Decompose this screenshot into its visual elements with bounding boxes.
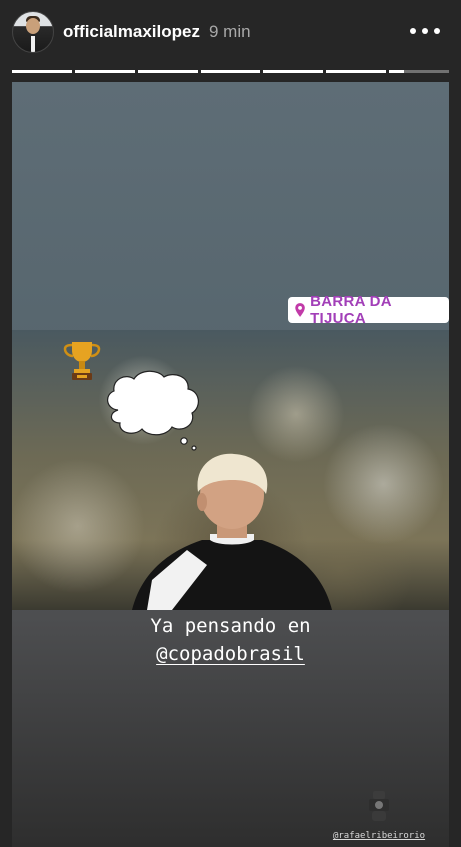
progress-segment-fill	[263, 70, 324, 73]
progress-segment	[389, 70, 450, 73]
progress-segment	[326, 70, 387, 73]
progress-segment-fill	[74, 70, 135, 73]
dot	[410, 28, 416, 34]
dot	[422, 28, 428, 34]
progress-segment	[200, 70, 261, 73]
progress-segment-fill	[12, 70, 72, 73]
story-caption: Ya pensando en @copadobrasil	[12, 612, 449, 668]
story-photo	[12, 330, 449, 610]
username[interactable]: officialmaxilopez	[63, 22, 200, 42]
story-content[interactable]: BARRA DA TIJUCA Ya pensando en @copadobr…	[12, 82, 449, 847]
story-progress-bar	[12, 70, 450, 73]
progress-segment-fill	[200, 70, 261, 73]
progress-segment-fill	[326, 70, 387, 73]
location-name: BARRA DA TIJUCA	[310, 293, 392, 327]
progress-segment	[137, 70, 198, 73]
progress-segment	[74, 70, 135, 73]
story-header: officialmaxilopez 9 min	[0, 0, 461, 64]
mention-link[interactable]: @copadobrasil	[12, 640, 449, 668]
story-timestamp: 9 min	[209, 22, 251, 41]
photo-credit: @rafaelribeirorio	[324, 789, 434, 843]
caption-line: Ya pensando en	[150, 615, 311, 637]
player-figure	[132, 453, 332, 610]
progress-segment	[263, 70, 324, 73]
progress-segment	[12, 70, 72, 73]
dot	[434, 28, 440, 34]
more-options-icon[interactable]	[410, 20, 440, 42]
location-sticker[interactable]: BARRA DA TIJUCA	[288, 293, 449, 327]
location-pin-icon	[295, 303, 305, 317]
credit-handle[interactable]: @rafaelribeirorio	[333, 831, 425, 841]
photographer-camera-icon	[369, 791, 389, 821]
profile-avatar[interactable]	[12, 11, 54, 53]
progress-segment-fill	[389, 70, 405, 73]
progress-segment-fill	[137, 70, 198, 73]
thought-bubble-sticker	[107, 370, 199, 451]
avatar-face	[26, 18, 40, 34]
trophy-emoji	[63, 342, 101, 380]
avatar-shirt	[31, 36, 35, 52]
